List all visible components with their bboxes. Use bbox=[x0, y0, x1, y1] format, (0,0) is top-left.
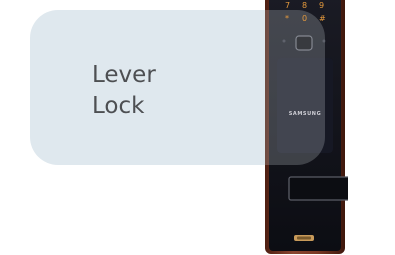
keypad-key: 9 bbox=[319, 1, 325, 10]
door-lock-image bbox=[263, 0, 348, 255]
feature-label-line-2: Lock bbox=[92, 93, 145, 119]
keypad-key: * bbox=[285, 14, 289, 23]
feature-label: Lever Lock bbox=[92, 60, 156, 122]
fingerprint-sensor bbox=[295, 35, 313, 51]
lock-screen bbox=[277, 58, 333, 153]
keypad-key: 0 bbox=[302, 14, 308, 23]
lever-handle bbox=[288, 176, 348, 201]
brand-logo: SAMSUNG bbox=[288, 111, 322, 117]
keypad-dot bbox=[282, 39, 286, 43]
product-feature-card: Lever Lock 7 8 9 * 0 # SAMSUNG bbox=[0, 0, 395, 255]
feature-label-line-1: Lever bbox=[92, 62, 156, 88]
keypad-dot bbox=[322, 39, 326, 43]
keypad-digits: 7 8 9 * 0 # bbox=[272, 0, 342, 30]
keypad-key: # bbox=[319, 14, 326, 23]
keypad-key: 8 bbox=[302, 1, 308, 10]
keypad-key: 7 bbox=[285, 1, 291, 10]
